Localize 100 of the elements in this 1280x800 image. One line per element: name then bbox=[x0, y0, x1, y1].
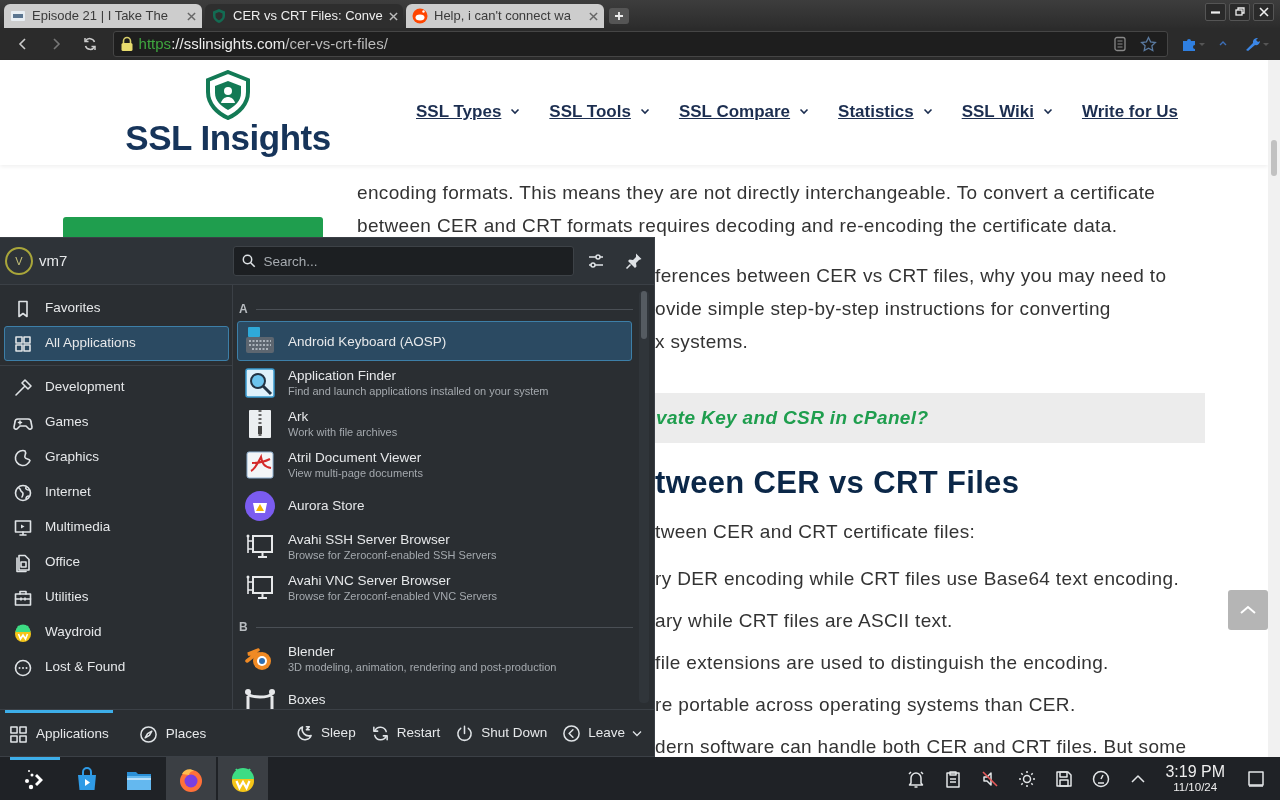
nav-link[interactable]: Write for Us bbox=[1081, 98, 1178, 125]
restore-button[interactable] bbox=[1229, 3, 1250, 21]
category-item[interactable]: Utilities bbox=[4, 580, 229, 615]
close-icon[interactable] bbox=[388, 11, 398, 21]
app-item[interactable]: Avahi SSH Server Browser Browse for Zeroconf-enabled SSH Servers bbox=[237, 526, 632, 567]
user-avatar[interactable]: V bbox=[5, 247, 33, 275]
browser-tab[interactable]: Help, i can't connect wa bbox=[406, 4, 604, 28]
scrollbar[interactable] bbox=[1268, 60, 1280, 757]
robot-icon bbox=[13, 622, 33, 643]
list-item: re portable across operating systems than CER. bbox=[655, 693, 1077, 717]
wrench-icon bbox=[1244, 36, 1270, 52]
category-item[interactable]: Multimedia bbox=[4, 510, 229, 545]
user-name: vm7 bbox=[39, 250, 69, 271]
category-item[interactable]: Office bbox=[4, 545, 229, 580]
new-tab-button[interactable] bbox=[609, 8, 629, 24]
round-logo-icon bbox=[412, 8, 428, 24]
nav-link[interactable]: SSL Compare bbox=[678, 98, 810, 125]
nav-link[interactable]: SSL Wiki bbox=[961, 98, 1053, 125]
minimize-icon bbox=[1211, 10, 1220, 14]
close-icon[interactable] bbox=[589, 11, 598, 21]
circle-left-icon bbox=[562, 723, 582, 743]
robot-icon bbox=[229, 766, 257, 794]
plus-icon bbox=[614, 11, 624, 21]
category-item[interactable]: Development bbox=[4, 370, 229, 405]
pdf-icon bbox=[244, 448, 276, 481]
paragraph-line: ovide simple step-by-step instructions for converting bbox=[655, 297, 1112, 321]
app-item[interactable]: Ark Work with file archives bbox=[237, 403, 632, 444]
clock[interactable]: 3:19 PM 11/10/24 bbox=[1165, 763, 1225, 794]
power-action-button[interactable]: Leave bbox=[555, 722, 649, 744]
reload-icon bbox=[81, 36, 98, 52]
grid-icon bbox=[9, 725, 28, 744]
section-heading: tween CER vs CRT Files bbox=[655, 464, 1021, 502]
search-icon bbox=[241, 254, 256, 268]
taskbar-app[interactable] bbox=[218, 757, 268, 800]
app-item[interactable]: Android Keyboard (AOSP) bbox=[237, 321, 632, 361]
monitor-icon bbox=[13, 517, 33, 538]
close-button[interactable] bbox=[1253, 3, 1274, 21]
shield-icon bbox=[211, 8, 227, 24]
restart-icon bbox=[370, 723, 390, 743]
list-item: ary while CRT files are ASCII text. bbox=[655, 609, 954, 633]
paragraph-line: between CER and CRT formats requires decoding and re-encoding the certificate data. bbox=[357, 214, 1119, 238]
category-item[interactable]: Favorites bbox=[4, 291, 229, 326]
app-item[interactable]: Application Finder Find and launch applications installed on your system bbox=[237, 362, 632, 403]
category-item[interactable]: Lost & Found bbox=[4, 650, 229, 685]
fox-globe-icon bbox=[177, 766, 205, 794]
globe-icon bbox=[13, 482, 33, 503]
browser-tab[interactable]: Episode 21 | I Take The bbox=[4, 4, 202, 28]
power-action-button[interactable]: Restart bbox=[363, 722, 448, 744]
app-item[interactable]: Aurora Store bbox=[237, 485, 632, 526]
list-item: dern software can handle both CER and CRT files. But some bbox=[655, 735, 1188, 759]
lock-icon bbox=[119, 36, 134, 52]
category-item[interactable]: All Applications bbox=[4, 326, 229, 361]
paragraph-line: tween CER and CRT certificate files: bbox=[655, 520, 977, 544]
category-item[interactable]: Graphics bbox=[4, 440, 229, 475]
app-item[interactable]: Boxes bbox=[237, 679, 632, 709]
address-bar[interactable]: https://sslinsights.com/cer-vs-crt-files/ bbox=[112, 31, 1168, 57]
category-item[interactable]: Games bbox=[4, 405, 229, 440]
scrollbar[interactable] bbox=[639, 291, 649, 703]
reader-icon bbox=[1113, 36, 1127, 52]
dots-circle-icon bbox=[13, 657, 33, 678]
hammer-icon bbox=[13, 377, 33, 398]
thumbnail-icon bbox=[10, 8, 26, 24]
url-text: https://sslinsights.com/cer-vs-crt-files/ bbox=[138, 33, 389, 54]
power-action-button[interactable]: Shut Down bbox=[448, 722, 555, 744]
app-item[interactable]: Atril Document Viewer View multi-page documents bbox=[237, 444, 632, 485]
close-icon[interactable] bbox=[187, 11, 196, 21]
search-box[interactable]: Search... bbox=[232, 246, 574, 276]
puzzle-icon bbox=[1180, 36, 1206, 52]
desktop-icon bbox=[1246, 768, 1266, 789]
chevron-up-icon bbox=[1239, 605, 1257, 615]
list-item: ry DER encoding while CRT files use Base64 text encoding. bbox=[655, 567, 1181, 591]
sliders-icon bbox=[587, 252, 605, 270]
bag-icon bbox=[244, 489, 276, 522]
power-action-button[interactable]: Sleep bbox=[288, 722, 363, 744]
list-item: file extensions are used to distinguish the encoding. bbox=[655, 651, 1110, 675]
pin-icon bbox=[625, 252, 643, 270]
grid-icon bbox=[13, 333, 33, 354]
gauge-icon bbox=[1091, 768, 1112, 789]
minimize-button[interactable] bbox=[1205, 3, 1226, 21]
restore-icon bbox=[1232, 5, 1247, 19]
brightness-icon bbox=[1017, 768, 1038, 789]
search-field[interactable]: Search... bbox=[263, 247, 565, 275]
app-item[interactable]: Avahi VNC Server Browser Browse for Zeroconf-enabled VNC Servers bbox=[237, 567, 632, 608]
section-letter: B bbox=[239, 619, 248, 636]
nav-link[interactable]: SSL Tools bbox=[549, 98, 650, 125]
magnifier-icon bbox=[244, 366, 276, 399]
nav-link[interactable]: SSL Types bbox=[416, 98, 521, 125]
paragraph-line: x systems. bbox=[655, 330, 750, 354]
paragraph-line: ferences between CER vs CRT files, why you may need to bbox=[655, 264, 1168, 288]
launcher-tab[interactable]: Places bbox=[134, 710, 211, 756]
nav-link[interactable]: Statistics bbox=[838, 98, 933, 125]
compass-icon bbox=[138, 725, 158, 744]
power-icon bbox=[455, 723, 475, 743]
category-item[interactable]: Waydroid bbox=[4, 615, 229, 650]
section-letter: A bbox=[239, 301, 248, 318]
app-item[interactable]: Blender 3D modeling, animation, rendering and post-production bbox=[237, 638, 632, 679]
paragraph-line: encoding formats. This means they are not directly interchangeable. To convert a certificate bbox=[357, 181, 1157, 205]
category-item[interactable]: Internet bbox=[4, 475, 229, 510]
palette-icon bbox=[13, 447, 33, 468]
site-logo-text[interactable]: SSL Insights bbox=[125, 120, 331, 155]
